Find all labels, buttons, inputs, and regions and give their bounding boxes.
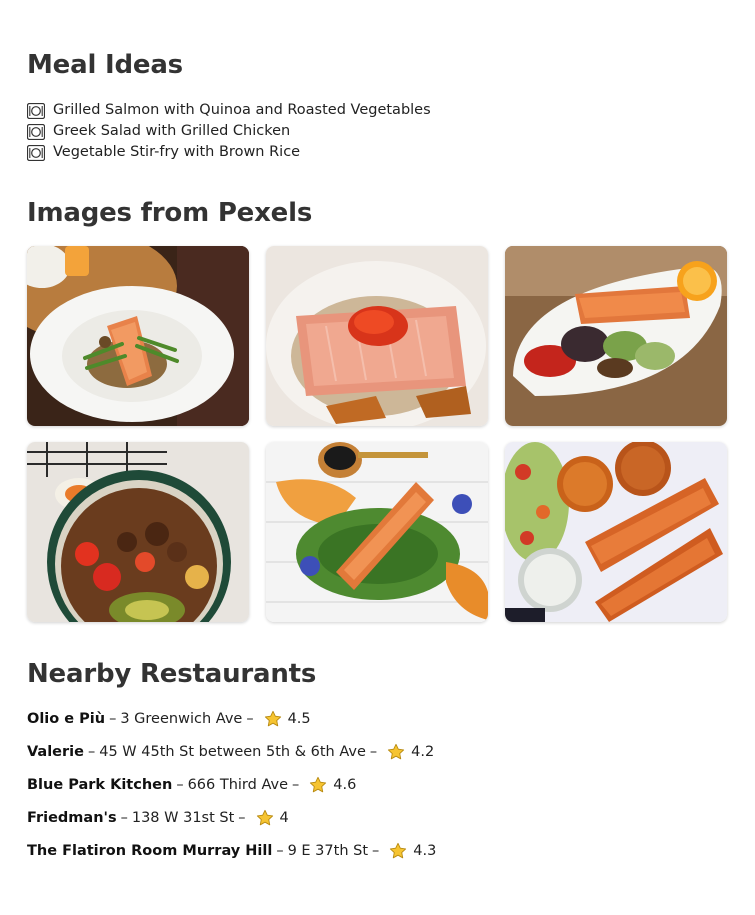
food-photo[interactable] — [505, 442, 727, 622]
restaurant-rating: 4.2 — [411, 744, 435, 760]
separator: – — [238, 810, 246, 826]
meal-ideas-heading: Meal Ideas — [27, 50, 183, 80]
salmon-roe-photo — [266, 246, 488, 426]
restaurant-item: Friedman's – 138 W 31st St – 4 — [27, 807, 436, 840]
meal-ideas-list: Grilled Salmon with Quinoa and Roasted V… — [27, 100, 431, 163]
plate-cutlery-icon — [27, 102, 45, 119]
restaurant-rating: 4.6 — [333, 777, 357, 793]
images-heading: Images from Pexels — [27, 198, 313, 228]
meal-idea-text: Vegetable Stir-fry with Brown Rice — [53, 144, 301, 160]
plate-cutlery-icon — [27, 123, 45, 140]
separator: – — [292, 777, 300, 793]
separator: – — [109, 711, 117, 727]
food-photo[interactable] — [266, 442, 488, 622]
restaurant-rating: 4.5 — [287, 711, 311, 727]
restaurant-rating: 4 — [279, 810, 289, 826]
separator: – — [87, 744, 96, 760]
list-item: Greek Salad with Grilled Chicken — [27, 121, 431, 142]
restaurants-heading: Nearby Restaurants — [27, 659, 317, 689]
separator: – — [246, 711, 254, 727]
star-icon — [388, 743, 405, 760]
restaurant-name: Valerie — [27, 744, 84, 760]
meal-idea-text: Grilled Salmon with Quinoa and Roasted V… — [53, 102, 431, 118]
food-photo[interactable] — [27, 246, 249, 426]
restaurant-name: The Flatiron Room Murray Hill — [27, 843, 273, 859]
restaurant-list: Olio e Più – 3 Greenwich Ave – 4.5 Valer… — [27, 708, 436, 873]
restaurant-name: Friedman's — [27, 810, 117, 826]
restaurant-item: Blue Park Kitchen – 666 Third Ave – 4.6 — [27, 774, 436, 807]
food-photo[interactable] — [27, 442, 249, 622]
separator: – — [276, 843, 284, 859]
restaurant-rating: 4.3 — [413, 843, 437, 859]
restaurant-item: The Flatiron Room Murray Hill – 9 E 37th… — [27, 840, 436, 873]
restaurant-name: Blue Park Kitchen — [27, 777, 173, 793]
salmon-patties-photo — [505, 442, 727, 622]
food-photo[interactable] — [505, 246, 727, 426]
list-item: Vegetable Stir-fry with Brown Rice — [27, 142, 431, 163]
plate-cutlery-icon — [27, 144, 45, 161]
star-icon — [264, 710, 281, 727]
poke-bowl-photo — [27, 442, 249, 622]
list-item: Grilled Salmon with Quinoa and Roasted V… — [27, 100, 431, 121]
salmon-grilled-veg-photo — [505, 246, 727, 426]
restaurant-address: 138 W 31st St — [131, 810, 235, 826]
star-icon — [310, 776, 327, 793]
star-icon — [256, 809, 273, 826]
star-icon — [390, 842, 407, 859]
salmon-greens-photo — [266, 442, 488, 622]
restaurant-address: 666 Third Ave — [187, 777, 289, 793]
separator: – — [372, 843, 380, 859]
separator: – — [120, 810, 128, 826]
food-photo[interactable] — [266, 246, 488, 426]
restaurant-item: Valerie – 45 W 45th St between 5th & 6th… — [27, 741, 436, 774]
meal-idea-text: Greek Salad with Grilled Chicken — [53, 123, 291, 139]
restaurant-name: Olio e Più — [27, 711, 106, 727]
restaurant-address: 45 W 45th St between 5th & 6th Ave — [99, 744, 366, 760]
salmon-greenbeans-photo — [27, 246, 249, 426]
restaurant-address: 3 Greenwich Ave — [120, 711, 243, 727]
restaurant-address: 9 E 37th St — [287, 843, 369, 859]
separator: – — [369, 744, 378, 760]
separator: – — [176, 777, 184, 793]
restaurant-item: Olio e Più – 3 Greenwich Ave – 4.5 — [27, 708, 436, 741]
